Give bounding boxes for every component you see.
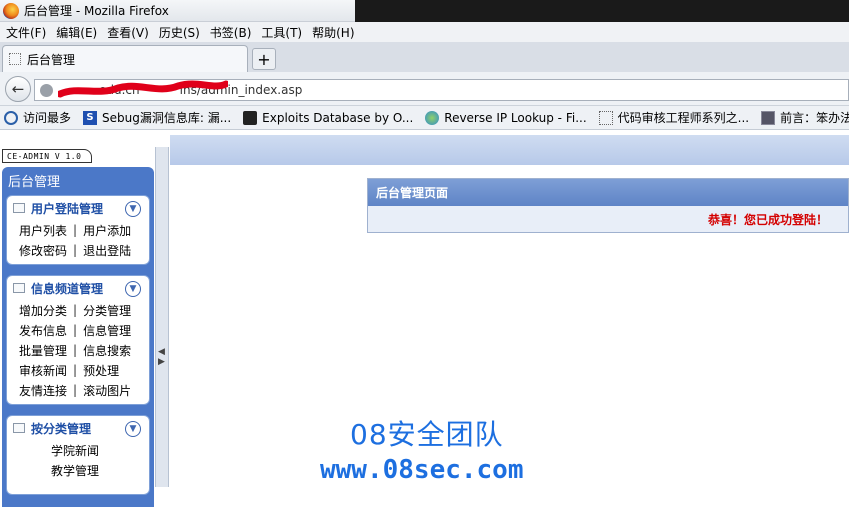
bookmark-label: 访问最多 xyxy=(23,111,72,125)
link-review-news[interactable]: 审核新闻 xyxy=(19,362,67,379)
tab-bar: 后台管理 + xyxy=(0,42,849,104)
globe-icon xyxy=(425,110,440,125)
watermark-url: www.08sec.com xyxy=(320,455,524,485)
section-title: 按分类管理 xyxy=(31,421,92,436)
menu-bar: 文件(F) 编辑(E) 查看(V) 历史(S) 书签(B) 工具(T) 帮助(H… xyxy=(0,22,849,42)
menu-view[interactable]: 查看(V) xyxy=(107,24,149,41)
sidebar-panel: 后台管理 用户登陆管理 ▼ 用户列表 | 用户添加 修改密码 | 退出登陆 信息频道管理… xyxy=(2,167,154,507)
menu-help[interactable]: 帮助(H) xyxy=(312,24,354,41)
left-frame: CE-ADMIN V 1.0 后台管理 用户登陆管理 ▼ 用户列表 | 用户添加 修… xyxy=(0,147,156,507)
back-button[interactable]: ← xyxy=(5,76,31,102)
bookmark-preface[interactable]: 前言：笨办法更简单 ... xyxy=(761,109,849,126)
book-icon xyxy=(761,110,776,125)
bookmark-label: Reverse IP Lookup - Fi... xyxy=(444,110,587,125)
section-title: 信息频道管理 xyxy=(31,281,104,296)
bookmark-label: Exploits Database by O... xyxy=(262,110,414,125)
menu-tools[interactable]: 工具(T) xyxy=(261,24,302,41)
watermark-team: 08安全团队 xyxy=(350,418,504,451)
main-panel-header: 后台管理页面 xyxy=(368,179,848,206)
frame-splitter[interactable]: ◀ ▶ xyxy=(155,147,169,487)
admin-logo: CE-ADMIN V 1.0 xyxy=(2,149,92,163)
link-logout[interactable]: 退出登陆 xyxy=(83,242,131,259)
bookmark-most-visited[interactable]: 访问最多 xyxy=(4,109,71,126)
link-user-list[interactable]: 用户列表 xyxy=(19,222,67,239)
url-text: edu.cn ins/admin_index.asp xyxy=(99,83,302,97)
main-panel: 后台管理页面 恭喜！您已成功登陆！ xyxy=(367,178,849,233)
page-icon xyxy=(9,53,21,65)
sidebar-title: 后台管理 xyxy=(8,174,61,190)
folder-icon xyxy=(13,423,25,433)
link-preprocess[interactable]: 预处理 xyxy=(83,362,119,379)
link-publish-info[interactable]: 发布信息 xyxy=(19,322,67,339)
link-batch-manage[interactable]: 批量管理 xyxy=(19,342,67,359)
bookmark-sebug[interactable]: S Sebug漏洞信息库: 漏... xyxy=(83,109,231,126)
bookmark-reverse-ip[interactable]: Reverse IP Lookup - Fi... xyxy=(425,110,587,125)
top-frame xyxy=(170,135,849,165)
menu-edit[interactable]: 编辑(E) xyxy=(56,24,97,41)
chevron-down-icon[interactable]: ▼ xyxy=(125,421,141,437)
link-add-category[interactable]: 增加分类 xyxy=(19,302,67,319)
section-info-channel: 信息频道管理 ▼ 增加分类 | 分类管理 发布信息 | 信息管理 批量管理 | 信息搜索 审… xyxy=(6,275,150,405)
link-college-news[interactable]: 学院新闻 xyxy=(51,442,99,459)
section-header[interactable]: 用户登陆管理 ▼ xyxy=(7,196,149,220)
section-header[interactable]: 按分类管理 ▼ xyxy=(7,416,149,440)
link-teaching-manage[interactable]: 教学管理 xyxy=(51,462,99,479)
chevron-down-icon[interactable]: ▼ xyxy=(125,201,141,217)
new-tab-button[interactable]: + xyxy=(252,48,276,70)
bookmark-label: 代码审核工程师系列之... xyxy=(617,111,750,125)
section-user-login: 用户登陆管理 ▼ 用户列表 | 用户添加 修改密码 | 退出登陆 xyxy=(6,195,150,265)
folder-icon xyxy=(13,203,25,213)
link-category-manage[interactable]: 分类管理 xyxy=(83,302,131,319)
url-bar[interactable]: edu.cn ins/admin_index.asp xyxy=(34,79,849,101)
section-title: 用户登陆管理 xyxy=(31,201,104,216)
folder-icon xyxy=(13,283,25,293)
tab-title: 后台管理 xyxy=(27,52,76,67)
link-scroll-images[interactable]: 滚动图片 xyxy=(83,382,131,399)
globe-icon xyxy=(40,83,53,97)
bookmark-code-audit[interactable]: 代码审核工程师系列之... xyxy=(598,109,750,126)
navigation-bar: ← edu.cn ins/admin_index.asp xyxy=(0,72,849,106)
section-header[interactable]: 信息频道管理 ▼ xyxy=(7,276,149,300)
splitter-arrows-icon: ◀ ▶ xyxy=(158,347,165,367)
tab-admin[interactable]: 后台管理 xyxy=(2,45,248,72)
bookmark-label: Sebug漏洞信息库: 漏... xyxy=(102,111,232,125)
url-path: ins/admin_index.asp xyxy=(179,83,303,97)
link-friend-links[interactable]: 友情连接 xyxy=(19,382,67,399)
arrow-left-icon: ← xyxy=(11,80,25,98)
url-host: edu.cn xyxy=(99,83,140,97)
login-success-message: 恭喜！您已成功登陆！ xyxy=(707,213,828,227)
firefox-logo-icon xyxy=(3,2,19,19)
bookmark-label: 前言：笨办法更简单 ... xyxy=(780,111,849,125)
link-info-search[interactable]: 信息搜索 xyxy=(83,342,131,359)
bookmark-exploit-db[interactable]: Exploits Database by O... xyxy=(243,110,414,125)
menu-history[interactable]: 历史(S) xyxy=(159,24,200,41)
window-title: 后台管理 - Mozilla Firefox xyxy=(24,4,169,18)
link-info-manage[interactable]: 信息管理 xyxy=(83,322,131,339)
page-icon xyxy=(598,110,613,125)
page-content: CE-ADMIN V 1.0 后台管理 用户登陆管理 ▼ 用户列表 | 用户添加 修… xyxy=(0,131,849,507)
menu-file[interactable]: 文件(F) xyxy=(6,24,46,41)
s-logo-icon: S xyxy=(83,110,98,125)
exploit-icon xyxy=(243,110,258,125)
link-change-password[interactable]: 修改密码 xyxy=(19,242,67,259)
chevron-down-icon[interactable]: ▼ xyxy=(125,281,141,297)
search-icon xyxy=(4,110,18,125)
section-by-category: 按分类管理 ▼ 学院新闻 教学管理 xyxy=(6,415,150,495)
bookmarks-toolbar: 访问最多 S Sebug漏洞信息库: 漏... Exploits Database… xyxy=(0,106,849,130)
link-user-add[interactable]: 用户添加 xyxy=(83,222,131,239)
menu-bookmarks[interactable]: 书签(B) xyxy=(210,24,252,41)
